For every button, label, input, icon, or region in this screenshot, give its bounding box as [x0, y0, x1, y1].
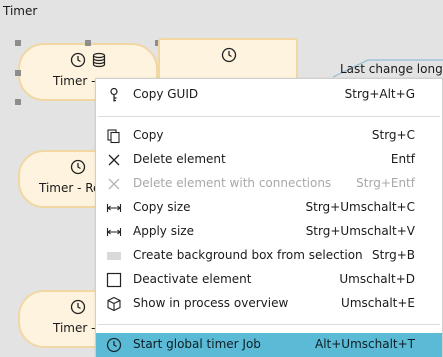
menu-item-delete-with-connections: Delete element with connections Strg+Ent…	[96, 172, 442, 196]
menu-item-shortcut: Strg+Entf	[356, 176, 415, 190]
menu-item-show-in-process-overview[interactable]: Show in process overview Umschalt+E	[96, 292, 442, 316]
clock-icon	[221, 47, 237, 63]
clock-icon	[70, 159, 86, 175]
menu-item-copy[interactable]: Copy Strg+C	[96, 124, 442, 148]
lane-title: Timer	[3, 4, 38, 18]
selection-handle[interactable]	[85, 40, 91, 46]
gray-box-icon	[107, 252, 121, 260]
menu-separator	[98, 116, 440, 117]
timer-task-node[interactable]	[158, 38, 298, 83]
menu-item-shortcut: Umschalt+D	[339, 272, 415, 286]
menu-item-apply-size[interactable]: Apply size Strg+Umschalt+V	[96, 220, 442, 244]
menu-item-shortcut: Strg+Alt+G	[344, 87, 415, 101]
width-arrows-icon	[106, 228, 122, 236]
width-arrows-icon	[106, 204, 122, 212]
selection-handle[interactable]	[15, 70, 21, 76]
selection-handle[interactable]	[15, 40, 21, 46]
menu-item-delete-element[interactable]: Delete element Entf	[96, 148, 442, 172]
menu-item-shortcut: Strg+B	[372, 248, 415, 262]
menu-item-label: Delete element	[133, 152, 226, 166]
key-icon	[110, 87, 118, 102]
menu-item-start-global-timer-job[interactable]: Start global timer Job Alt+Umschalt+T	[96, 333, 442, 357]
database-icon	[92, 52, 106, 68]
menu-item-label: Create background box from selection	[133, 248, 363, 262]
annotation-text: Last change longe	[340, 62, 443, 76]
menu-item-shortcut: Strg+C	[371, 128, 415, 142]
clock-icon	[70, 52, 86, 68]
x-icon	[108, 178, 120, 190]
menu-item-copy-guid[interactable]: Copy GUID Strg+Alt+G	[96, 83, 442, 107]
menu-item-label: Deactivate element	[133, 272, 252, 286]
menu-item-label: Copy	[133, 128, 164, 142]
selection-handle[interactable]	[15, 99, 21, 105]
menu-item-label: Show in process overview	[133, 296, 289, 310]
menu-item-label: Start global timer Job	[133, 337, 261, 351]
menu-item-deactivate-element[interactable]: Deactivate element Umschalt+D	[96, 268, 442, 292]
menu-item-shortcut: Strg+Umschalt+C	[305, 200, 415, 214]
menu-item-shortcut: Umschalt+E	[341, 296, 415, 310]
menu-item-label: Copy size	[133, 200, 191, 214]
menu-item-create-background-box[interactable]: Create background box from selection Str…	[96, 244, 442, 268]
menu-item-shortcut: Entf	[390, 152, 415, 166]
menu-item-copy-size[interactable]: Copy size Strg+Umschalt+C	[96, 196, 442, 220]
copy-icon	[107, 129, 120, 144]
menu-separator	[98, 324, 440, 325]
node-label: Timer -	[53, 74, 96, 88]
clock-icon	[70, 299, 86, 315]
menu-item-shortcut: Strg+Umschalt+V	[305, 224, 415, 238]
node-label: Timer - Re	[39, 181, 101, 195]
node-label: Timer -	[53, 321, 96, 335]
square-outline-icon	[106, 272, 122, 288]
x-icon	[108, 154, 120, 166]
menu-item-label: Apply size	[133, 224, 194, 238]
clock-icon	[106, 337, 122, 353]
menu-item-shortcut: Alt+Umschalt+T	[314, 337, 415, 351]
node-icons	[20, 52, 156, 68]
menu-item-label: Delete element with connections	[133, 176, 332, 190]
cube-icon	[107, 296, 121, 312]
menu-item-label: Copy GUID	[133, 87, 199, 101]
context-menu: Copy GUID Strg+Alt+G Copy Strg+C Delete …	[95, 78, 443, 357]
